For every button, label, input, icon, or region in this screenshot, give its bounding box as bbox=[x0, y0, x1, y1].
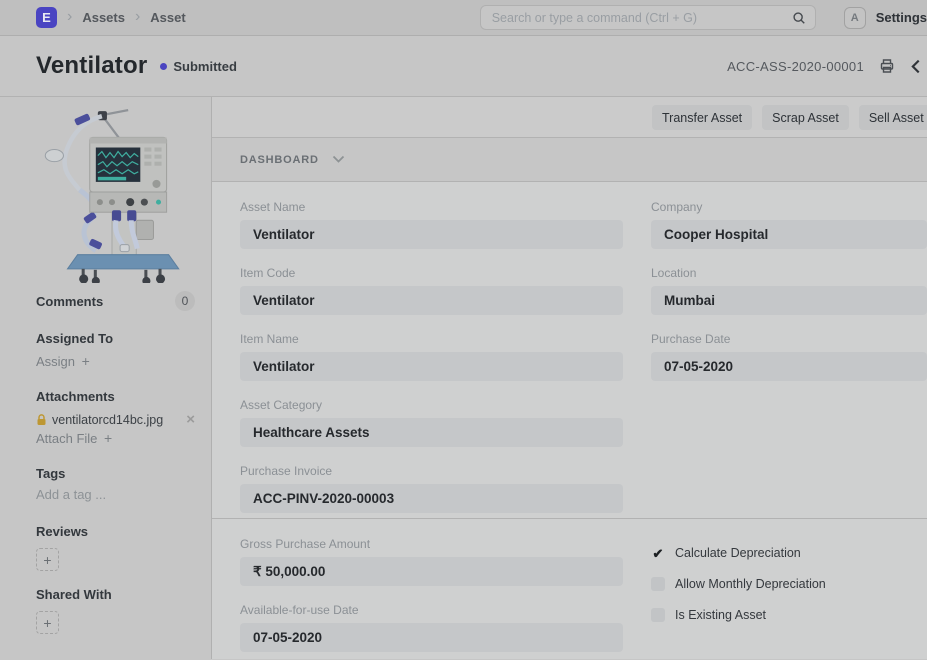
settings-menu[interactable]: Settings bbox=[876, 10, 927, 25]
action-toolbar: Transfer Asset Scrap Asset Sell Asset Ge… bbox=[212, 97, 927, 137]
field-label: Available-for-use Date bbox=[240, 603, 623, 617]
check-icon: ✔ bbox=[653, 547, 664, 560]
field-label: Item Name bbox=[240, 332, 623, 346]
field-purchase-date: Purchase Date 07-05-2020 bbox=[651, 332, 927, 381]
comments-count-badge: 0 bbox=[175, 291, 195, 311]
ventilator-image bbox=[28, 101, 196, 283]
shared-with-heading: Shared With bbox=[36, 587, 195, 602]
attachment-item: ventilatorcd14bc.jpg × bbox=[36, 412, 195, 427]
dashboard-section-toggle[interactable]: DASHBOARD bbox=[212, 137, 927, 181]
field-purchase-invoice: Purchase Invoice ACC-PINV-2020-00003 bbox=[240, 464, 623, 513]
field-gross-purchase-amount: Gross Purchase Amount ₹ 50,000.00 bbox=[240, 537, 623, 586]
comments-link[interactable]: Comments bbox=[36, 294, 103, 309]
app-logo-icon[interactable]: E bbox=[36, 7, 57, 28]
status-dot-icon bbox=[160, 63, 167, 70]
plus-icon: + bbox=[82, 353, 90, 369]
comments-section: Comments 0 bbox=[36, 291, 195, 311]
lock-icon bbox=[36, 414, 47, 426]
company-input[interactable]: Cooper Hospital bbox=[651, 220, 927, 249]
checkbox-icon: ✔ bbox=[651, 608, 665, 622]
item-name-input[interactable]: Ventilator bbox=[240, 352, 623, 381]
form-sidebar: Comments 0 Assigned To Assign + Attachme… bbox=[0, 97, 212, 659]
dashboard-label: DASHBOARD bbox=[240, 154, 319, 166]
purchase-section: Gross Purchase Amount ₹ 50,000.00 Availa… bbox=[212, 518, 927, 659]
checkbox-label: Is Existing Asset bbox=[675, 608, 766, 622]
form-body: Transfer Asset Scrap Asset Sell Asset Ge… bbox=[212, 97, 927, 659]
user-avatar[interactable]: A bbox=[844, 7, 866, 29]
field-label: Location bbox=[651, 266, 927, 280]
status-label: Submitted bbox=[173, 59, 237, 74]
status-badge: Submitted bbox=[160, 59, 237, 74]
print-icon[interactable] bbox=[879, 58, 895, 74]
checkbox-label: Calculate Depreciation bbox=[675, 546, 801, 560]
attachments-heading: Attachments bbox=[36, 389, 195, 404]
breadcrumb-asset[interactable]: Asset bbox=[150, 10, 185, 25]
checkbox-icon: ✔ bbox=[651, 546, 665, 560]
allow-monthly-depreciation-checkbox[interactable]: ✔ Allow Monthly Depreciation bbox=[651, 577, 927, 591]
field-company: Company Cooper Hospital bbox=[651, 200, 927, 249]
item-code-input[interactable]: Ventilator bbox=[240, 286, 623, 315]
prev-record-chevron-icon[interactable] bbox=[910, 59, 921, 74]
chevron-down-icon bbox=[332, 155, 345, 164]
chevron-right-icon: › bbox=[135, 9, 140, 25]
assigned-to-heading: Assigned To bbox=[36, 331, 195, 346]
field-label: Asset Name bbox=[240, 200, 623, 214]
purchase-invoice-input[interactable]: ACC-PINV-2020-00003 bbox=[240, 484, 623, 513]
page-head: Ventilator Submitted ACC-ASS-2020-00001 bbox=[0, 36, 927, 97]
field-label: Purchase Date bbox=[651, 332, 927, 346]
remove-attachment-icon[interactable]: × bbox=[186, 412, 195, 427]
field-label: Purchase Invoice bbox=[240, 464, 623, 478]
document-id: ACC-ASS-2020-00001 bbox=[727, 59, 864, 74]
add-review-button[interactable]: + bbox=[36, 548, 59, 571]
is-existing-asset-checkbox[interactable]: ✔ Is Existing Asset bbox=[651, 608, 927, 622]
attachment-file-link[interactable]: ventilatorcd14bc.jpg bbox=[52, 413, 163, 427]
calculate-depreciation-checkbox[interactable]: ✔ Calculate Depreciation bbox=[651, 546, 927, 560]
field-item-code: Item Code Ventilator bbox=[240, 266, 623, 315]
navbar: E › Assets › Asset A Settings bbox=[0, 0, 927, 36]
field-item-name: Item Name Ventilator bbox=[240, 332, 623, 381]
checkbox-icon: ✔ bbox=[651, 577, 665, 591]
asset-category-input[interactable]: Healthcare Assets bbox=[240, 418, 623, 447]
details-section: Asset Name Ventilator Item Code Ventilat… bbox=[212, 181, 927, 518]
transfer-asset-button[interactable]: Transfer Asset bbox=[652, 105, 752, 130]
share-button[interactable]: + bbox=[36, 611, 59, 634]
purchase-date-input[interactable]: 07-05-2020 bbox=[651, 352, 927, 381]
search-input[interactable] bbox=[492, 11, 792, 25]
search-icon[interactable] bbox=[792, 11, 806, 25]
plus-icon: + bbox=[104, 430, 112, 446]
tags-heading: Tags bbox=[36, 466, 195, 481]
attach-file-button[interactable]: Attach File + bbox=[36, 430, 195, 446]
field-asset-name: Asset Name Ventilator bbox=[240, 200, 623, 249]
global-search[interactable] bbox=[480, 5, 816, 30]
scrap-asset-button[interactable]: Scrap Asset bbox=[762, 105, 849, 130]
add-tag-input[interactable]: Add a tag ... bbox=[36, 487, 195, 502]
field-asset-category: Asset Category Healthcare Assets bbox=[240, 398, 623, 447]
sell-asset-button[interactable]: Sell Asset bbox=[859, 105, 927, 130]
field-label: Item Code bbox=[240, 266, 623, 280]
breadcrumb-assets[interactable]: Assets bbox=[82, 10, 125, 25]
field-available-for-use-date: Available-for-use Date 07-05-2020 bbox=[240, 603, 623, 652]
field-label: Gross Purchase Amount bbox=[240, 537, 623, 551]
available-for-use-date-input[interactable]: 07-05-2020 bbox=[240, 623, 623, 652]
reviews-heading: Reviews bbox=[36, 524, 195, 539]
location-input[interactable]: Mumbai bbox=[651, 286, 927, 315]
gross-purchase-amount-input[interactable]: ₹ 50,000.00 bbox=[240, 557, 623, 586]
checkbox-label: Allow Monthly Depreciation bbox=[675, 577, 826, 591]
assign-button[interactable]: Assign + bbox=[36, 353, 195, 369]
asset-name-input[interactable]: Ventilator bbox=[240, 220, 623, 249]
page-title: Ventilator bbox=[36, 52, 147, 80]
field-label: Company bbox=[651, 200, 927, 214]
chevron-right-icon: › bbox=[67, 9, 72, 25]
field-location: Location Mumbai bbox=[651, 266, 927, 315]
field-label: Asset Category bbox=[240, 398, 623, 412]
